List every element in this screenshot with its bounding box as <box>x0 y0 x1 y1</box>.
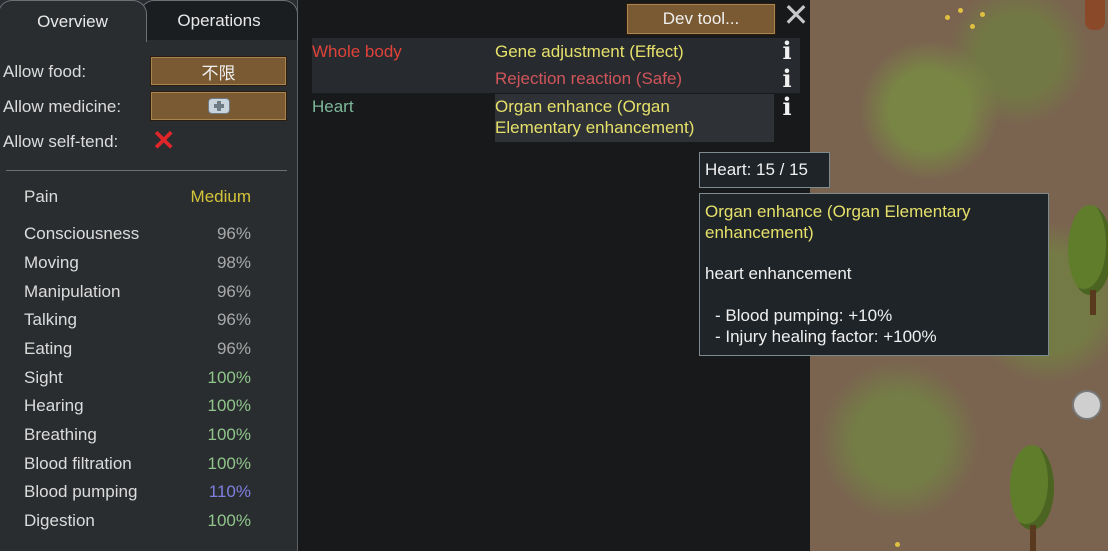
info-icon[interactable]: i <box>780 95 794 119</box>
overview-panel: Operations Overview Allow food: 不限 Allow… <box>0 0 298 551</box>
capacity-value: 100% <box>207 454 251 473</box>
capacity-name: Manipulation <box>24 282 121 301</box>
capacity-name: Blood filtration <box>24 454 132 473</box>
capacity-value: 100% <box>207 368 251 387</box>
self-tend-checkbox[interactable]: ✕ <box>152 127 175 155</box>
body-part-whole-body: Whole body <box>312 42 402 61</box>
capacity-value: 100% <box>207 511 251 530</box>
tooltip-title-line1: Organ enhance (Organ Elementary <box>705 202 971 221</box>
allow-food-label: Allow food: <box>3 62 87 81</box>
capacity-value: Medium <box>190 187 251 206</box>
allow-medicine-button[interactable] <box>150 91 287 121</box>
tab-overview[interactable]: Overview <box>0 0 147 42</box>
allow-food-button[interactable]: 不限 <box>150 56 287 86</box>
capacity-value: 110% <box>208 482 251 501</box>
tooltip-title-line2: enhancement) <box>705 223 814 242</box>
tooltip-effect-healing: - Injury healing factor: +100% <box>715 327 937 346</box>
capacity-value: 96% <box>216 310 251 329</box>
hediff-organ-enhance-line2[interactable]: Elementary enhancement) <box>495 117 694 138</box>
capacity-value: 96% <box>216 224 251 243</box>
tooltip-heart-hp: Heart: 15 / 15 <box>699 152 830 188</box>
tab-operations[interactable]: Operations <box>140 0 298 40</box>
capacity-name: Blood pumping <box>24 482 138 501</box>
flower-icon <box>895 542 900 547</box>
capacity-name: Moving <box>24 253 79 272</box>
tree-trunk <box>1085 0 1105 30</box>
capacity-name: Talking <box>24 310 77 329</box>
capacity-name: Sight <box>24 368 63 387</box>
flower-icon <box>980 12 985 17</box>
capacity-name: Eating <box>24 339 73 358</box>
info-icon[interactable]: i <box>780 67 794 91</box>
tree-icon <box>1068 205 1108 295</box>
hediff-rejection-reaction[interactable]: Rejection reaction (Safe) <box>495 68 682 89</box>
close-icon[interactable]: ✕ <box>782 0 810 31</box>
flower-icon <box>970 24 975 29</box>
info-icon[interactable]: i <box>780 39 794 63</box>
capacity-name: Pain <box>24 187 59 206</box>
capacity-name: Hearing <box>24 396 84 415</box>
flower-icon <box>958 8 963 13</box>
capacity-name: Breathing <box>24 425 97 444</box>
capacity-value: 98% <box>216 253 251 272</box>
hediff-gene-adjustment[interactable]: Gene adjustment (Effect) <box>495 41 684 62</box>
body-part-heart: Heart <box>312 97 354 116</box>
hediff-organ-enhance-line1[interactable]: Organ enhance (Organ <box>495 96 670 117</box>
capacity-value: 100% <box>207 425 251 444</box>
dev-tool-button[interactable]: Dev tool... <box>626 3 776 35</box>
tooltip-description: heart enhancement <box>705 264 852 283</box>
allow-medicine-label: Allow medicine: <box>3 97 122 116</box>
capacity-name: Digestion <box>24 511 95 530</box>
tooltip-effect-blood-pumping: - Blood pumping: +10% <box>715 306 893 325</box>
divider <box>6 170 287 171</box>
turret-icon[interactable] <box>1072 390 1102 420</box>
capacity-name: Consciousness <box>24 224 140 243</box>
capacity-value: 96% <box>216 282 251 301</box>
tree-trunk <box>1090 290 1096 315</box>
capacity-value: 96% <box>216 339 251 358</box>
allow-self-tend-label: Allow self-tend: <box>3 132 119 151</box>
tree-trunk <box>1030 525 1036 551</box>
tooltip-hediff: Organ enhance (Organ Elementary enhancem… <box>699 193 1049 356</box>
capacity-value: 100% <box>207 396 251 415</box>
tab-bar: Operations Overview <box>0 0 300 42</box>
medicine-icon <box>207 98 230 114</box>
flower-icon <box>945 15 950 20</box>
tree-icon <box>1010 445 1054 530</box>
tooltip-heart-hp-text: Heart: 15 / 15 <box>705 160 809 179</box>
